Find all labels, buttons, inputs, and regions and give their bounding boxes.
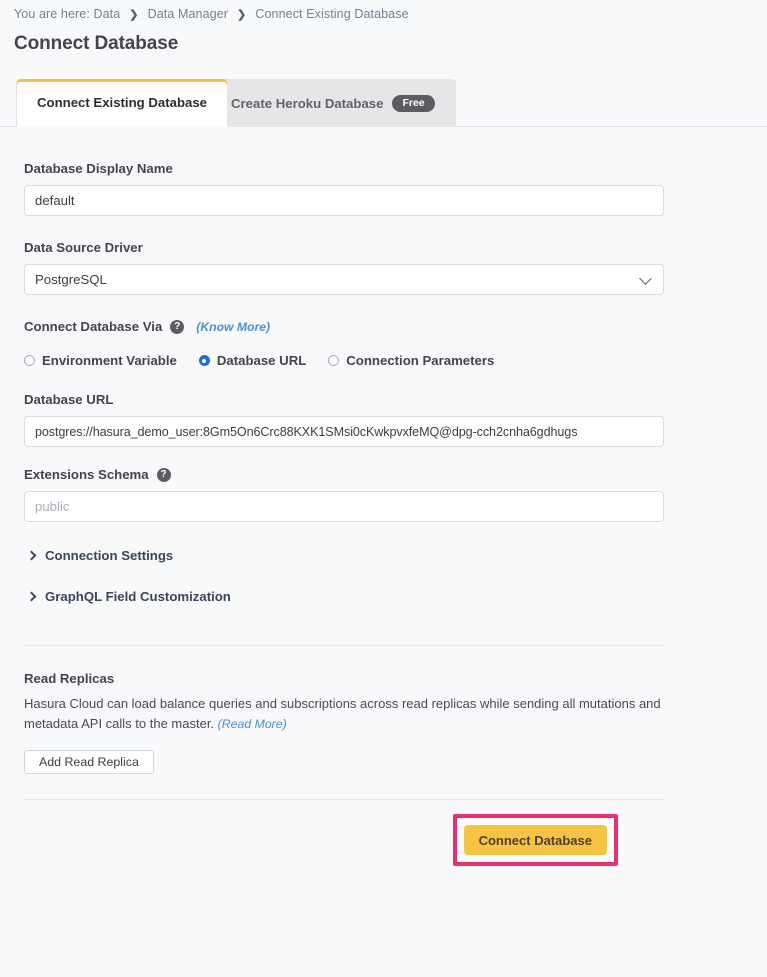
- form-footer: Connect Database: [24, 800, 714, 880]
- display-name-input[interactable]: default: [24, 185, 664, 216]
- radio-environment-variable[interactable]: Environment Variable: [24, 353, 177, 368]
- collapsible-label: GraphQL Field Customization: [45, 589, 231, 604]
- connect-via-label: Connect Database Via ? (Know More): [24, 319, 690, 334]
- tab-connect-existing-database[interactable]: Connect Existing Database: [16, 79, 229, 127]
- extensions-schema-label-text: Extensions Schema: [24, 467, 149, 482]
- display-name-label-text: Database Display Name: [24, 161, 173, 176]
- read-replicas-description-text: Hasura Cloud can load balance queries an…: [24, 696, 661, 731]
- connect-database-button[interactable]: Connect Database: [463, 825, 607, 855]
- display-name-label: Database Display Name: [24, 161, 690, 176]
- submit-highlight-box: Connect Database: [452, 814, 618, 866]
- chevron-right-icon: [26, 550, 37, 561]
- driver-select[interactable]: PostgreSQL: [24, 264, 664, 295]
- read-replicas-title: Read Replicas: [24, 671, 115, 686]
- read-more-link[interactable]: (Read More): [218, 717, 287, 731]
- breadcrumb-separator-icon: ❯: [129, 8, 139, 21]
- connect-database-form: Database Display Name default Data Sourc…: [0, 127, 690, 880]
- radio-connection-parameters[interactable]: Connection Parameters: [328, 353, 494, 368]
- extensions-schema-label: Extensions Schema ?: [24, 467, 690, 482]
- collapsible-connection-settings[interactable]: Connection Settings: [24, 548, 690, 563]
- driver-select-wrapper: PostgreSQL: [24, 264, 664, 295]
- read-replicas-description: Hasura Cloud can load balance queries an…: [24, 694, 672, 734]
- tab-label: Create Heroku Database: [231, 96, 384, 111]
- radio-label: Database URL: [216, 353, 307, 368]
- radio-indicator-icon[interactable]: [328, 355, 340, 366]
- chevron-right-icon: [26, 591, 37, 602]
- breadcrumb: You are here: Data ❯ Data Manager ❯ Conn…: [14, 7, 409, 21]
- form-content: Database Display Name default Data Sourc…: [0, 127, 767, 880]
- breadcrumb-item-current: Connect Existing Database: [255, 7, 409, 21]
- question-mark-icon[interactable]: ?: [156, 467, 171, 482]
- database-url-label-text: Database URL: [24, 392, 114, 407]
- radio-database-url[interactable]: Database URL: [198, 353, 307, 368]
- tab-bar: Connect Existing Database Create Heroku …: [0, 79, 767, 127]
- radio-label: Connection Parameters: [346, 353, 495, 368]
- breadcrumb-item-data-manager[interactable]: Data Manager: [148, 7, 228, 21]
- radio-indicator-icon[interactable]: [24, 355, 35, 366]
- collapsible-graphql-field-customization[interactable]: GraphQL Field Customization: [24, 589, 690, 604]
- connect-database-page: You are here: Data ❯ Data Manager ❯ Conn…: [0, 0, 767, 977]
- question-mark-icon[interactable]: ?: [170, 319, 185, 334]
- add-read-replica-button[interactable]: Add Read Replica: [24, 750, 154, 774]
- breadcrumb-item-data[interactable]: You are here: Data: [14, 7, 120, 21]
- tab-create-heroku-database[interactable]: Create Heroku Database Free: [210, 79, 456, 127]
- extensions-schema-input[interactable]: public: [24, 491, 664, 522]
- tab-label: Connect Existing Database: [37, 95, 208, 110]
- driver-label: Data Source Driver: [24, 240, 690, 255]
- know-more-link[interactable]: (Know More): [196, 320, 270, 334]
- radio-label: Environment Variable: [42, 353, 177, 368]
- connect-via-radio-group: Environment Variable Database URL Connec…: [24, 353, 690, 368]
- collapsible-label: Connection Settings: [45, 548, 174, 563]
- driver-label-text: Data Source Driver: [24, 240, 143, 255]
- page-title: Connect Database: [14, 33, 179, 54]
- radio-indicator-selected-icon[interactable]: [198, 355, 210, 366]
- tab-badge-free: Free: [392, 94, 435, 113]
- connect-via-label-text: Connect Database Via: [24, 319, 163, 334]
- database-url-label: Database URL: [24, 392, 690, 407]
- database-url-input[interactable]: postgres://hasura_demo_user:8Gm5On6Crc88…: [24, 416, 664, 447]
- breadcrumb-separator-icon: ❯: [237, 8, 247, 21]
